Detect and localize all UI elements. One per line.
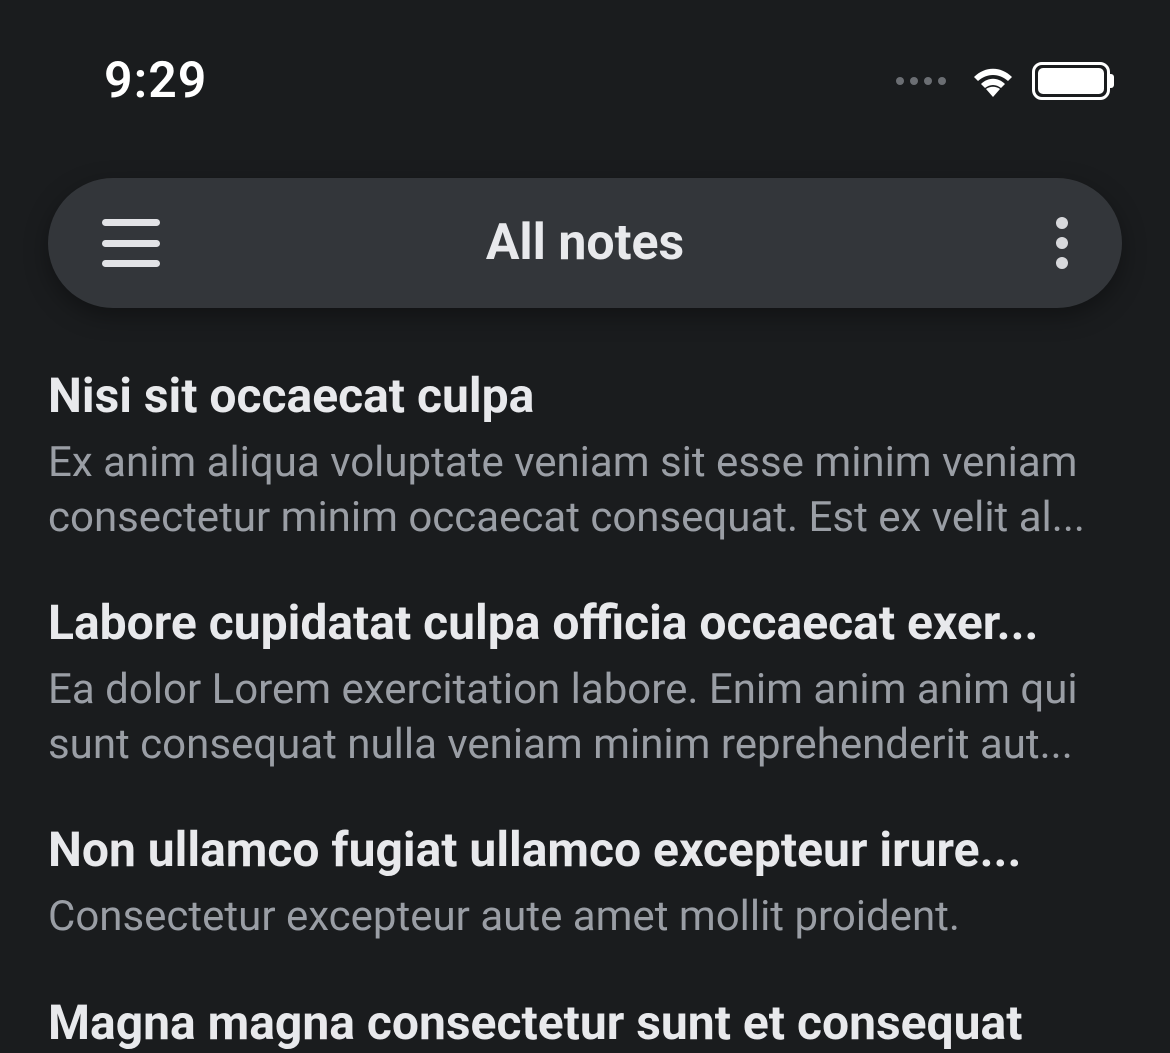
notes-list: Nisi sit occaecat culpa Ex anim aliqua v…	[0, 366, 1170, 1053]
note-title: Non ullamco fugiat ullamco excepteur iru…	[48, 820, 1122, 880]
status-bar: 9:29	[0, 0, 1170, 120]
note-preview: Ea dolor Lorem exercitation labore. Enim…	[48, 663, 1122, 772]
note-title: Nisi sit occaecat culpa	[48, 366, 1122, 426]
note-preview: Consectetur excepteur aute amet mollit p…	[48, 890, 1122, 945]
status-indicators	[896, 62, 1110, 100]
battery-fill	[1038, 68, 1104, 94]
note-title: Labore cupidatat culpa officia occaecat …	[48, 593, 1122, 653]
battery-icon	[1032, 62, 1110, 100]
hamburger-menu-icon[interactable]	[102, 219, 160, 267]
signal-dots-icon	[896, 77, 946, 85]
note-item[interactable]: Labore cupidatat culpa officia occaecat …	[48, 593, 1122, 772]
note-item[interactable]: Magna magna consectetur sunt et consequa…	[48, 993, 1122, 1053]
note-item[interactable]: Nisi sit occaecat culpa Ex anim aliqua v…	[48, 366, 1122, 545]
wifi-icon	[970, 64, 1016, 98]
page-title: All notes	[486, 214, 684, 272]
status-time: 9:29	[104, 52, 207, 110]
more-options-icon[interactable]	[1056, 217, 1068, 269]
note-preview: Ex anim aliqua voluptate veniam sit esse…	[48, 436, 1122, 545]
note-item[interactable]: Non ullamco fugiat ullamco excepteur iru…	[48, 820, 1122, 945]
app-header: All notes	[48, 178, 1122, 308]
note-title: Magna magna consectetur sunt et consequa…	[48, 993, 1122, 1053]
